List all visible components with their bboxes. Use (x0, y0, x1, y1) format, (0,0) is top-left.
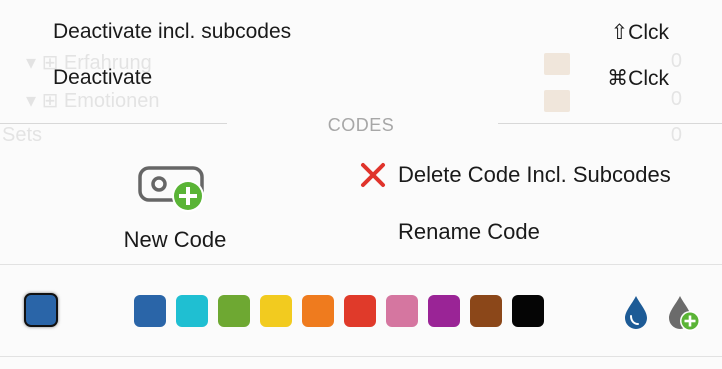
section-separator: CODES (0, 110, 722, 140)
new-code-icon (138, 166, 204, 212)
delete-code-button[interactable]: Delete Code Incl. Subcodes (358, 159, 718, 191)
color-swatch[interactable] (176, 295, 208, 327)
color-swatch[interactable] (218, 295, 250, 327)
new-code-button[interactable]: New Code (105, 162, 245, 256)
section-title: CODES (327, 115, 395, 135)
menu-item-shortcut: ⇧Clck (610, 20, 669, 44)
rename-code-label: Rename Code (398, 219, 540, 244)
menu-item-label: Deactivate (53, 66, 153, 89)
menu-item-deactivate-incl-subcodes[interactable]: Deactivate incl. subcodes ⇧Clck (0, 10, 722, 54)
color-swatch[interactable] (134, 295, 166, 327)
rename-code-button[interactable]: Rename Code (358, 216, 598, 248)
color-swatch[interactable] (302, 295, 334, 327)
color-swatch[interactable] (344, 295, 376, 327)
divider (0, 264, 722, 265)
menu-item-shortcut: ⌘Clck (607, 66, 669, 90)
current-color-swatch[interactable] (24, 293, 58, 327)
color-swatch[interactable] (260, 295, 292, 327)
menu-item-label: Deactivate incl. subcodes (53, 20, 292, 43)
menu-item-deactivate[interactable]: Deactivate ⌘Clck (0, 56, 722, 100)
color-drop-icon[interactable] (622, 294, 650, 330)
delete-code-label: Delete Code Incl. Subcodes (398, 162, 671, 187)
color-swatch[interactable] (470, 295, 502, 327)
new-code-label: New Code (123, 227, 227, 252)
delete-x-icon (361, 163, 385, 187)
divider (0, 356, 722, 357)
add-color-drop-icon[interactable] (666, 294, 702, 332)
color-swatch[interactable] (512, 295, 544, 327)
color-swatch[interactable] (386, 295, 418, 327)
color-swatch[interactable] (428, 295, 460, 327)
